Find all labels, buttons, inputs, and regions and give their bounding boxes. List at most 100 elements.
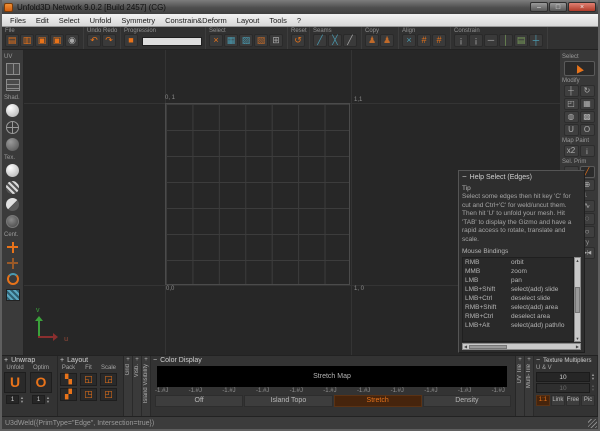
grid-snap-icon[interactable]: ▩ bbox=[580, 111, 595, 123]
unfold-iterations-field[interactable]: 1 bbox=[6, 395, 19, 404]
pic-button[interactable]: Pic bbox=[581, 395, 595, 406]
menu-symmetry[interactable]: Symmetry bbox=[116, 16, 160, 25]
tab-multi-tile[interactable]: + Multi-Tile bbox=[525, 356, 534, 416]
close-button[interactable]: × bbox=[568, 2, 596, 12]
optim-iterations-stepper[interactable]: ▲▼ bbox=[46, 395, 50, 404]
resize-grip[interactable] bbox=[588, 419, 597, 428]
select-island-icon[interactable]: ▧ bbox=[254, 34, 268, 47]
menu-select[interactable]: Select bbox=[54, 16, 85, 25]
bindings-vertical-scrollbar[interactable]: ▲ ▼ bbox=[574, 257, 581, 342]
tab-uv-tile[interactable]: + UV Tile bbox=[516, 356, 525, 416]
save-as-icon[interactable]: ▣ bbox=[50, 34, 64, 47]
pack-icon[interactable]: ▚ bbox=[60, 373, 77, 386]
color-mode-off-button[interactable]: Off bbox=[155, 395, 243, 407]
save-icon[interactable]: ▣ bbox=[35, 34, 49, 47]
pin-icon[interactable]: ¡ bbox=[454, 34, 468, 47]
layout-collapse-icon[interactable]: + bbox=[60, 357, 64, 364]
bindings-horizontal-scrollbar[interactable]: ◀ ▶ bbox=[462, 343, 581, 350]
reset-icon[interactable]: ↺ bbox=[291, 34, 305, 47]
white-texture-icon[interactable] bbox=[6, 164, 19, 177]
stack-islands-icon[interactable]: ▦ bbox=[580, 98, 595, 110]
open-file-icon[interactable]: ▤ bbox=[5, 34, 19, 47]
ratio-1-1-button[interactable]: 1:1 bbox=[536, 395, 550, 406]
box-select-icon[interactable]: ▦ bbox=[224, 34, 238, 47]
sphere-project-icon[interactable]: ◍ bbox=[564, 111, 579, 123]
pin-brush-icon[interactable]: ¡ bbox=[580, 145, 595, 157]
menu-edit[interactable]: Edit bbox=[31, 16, 54, 25]
screenshot-icon[interactable]: ◉ bbox=[65, 34, 79, 47]
u-multiplier-field[interactable]: 10 bbox=[536, 372, 590, 382]
pack-selected-icon[interactable]: ▞ bbox=[60, 388, 77, 401]
texture-multipliers-collapse-icon[interactable]: − bbox=[536, 357, 540, 364]
fit-selected-icon[interactable]: ◳ bbox=[80, 388, 97, 401]
menu-layout[interactable]: Layout bbox=[232, 16, 265, 25]
fit-icon[interactable]: ◱ bbox=[80, 373, 97, 386]
stop-icon[interactable]: ■ bbox=[124, 34, 138, 47]
scroll-up-icon[interactable]: ▲ bbox=[576, 258, 580, 263]
align-cross-icon[interactable]: × bbox=[402, 34, 416, 47]
color-display-collapse-icon[interactable]: − bbox=[153, 357, 157, 364]
unpin-icon[interactable]: ¡ bbox=[469, 34, 483, 47]
copy-uv-icon[interactable]: ♟ bbox=[365, 34, 379, 47]
constrain-grid-icon[interactable]: ▤ bbox=[514, 34, 528, 47]
optim-iterations-field[interactable]: 1 bbox=[32, 395, 45, 404]
help-collapse-icon[interactable]: − bbox=[462, 173, 467, 181]
undo-icon[interactable]: ↶ bbox=[87, 34, 101, 47]
redo-icon[interactable]: ↷ bbox=[102, 34, 116, 47]
u-multiplier-stepper[interactable]: ▲▼ bbox=[591, 373, 595, 381]
menu-files[interactable]: Files bbox=[5, 16, 31, 25]
constrain-horizontal-icon[interactable]: ─ bbox=[484, 34, 498, 47]
rotate-icon[interactable]: ↻ bbox=[580, 85, 595, 97]
import-icon[interactable]: ▥ bbox=[20, 34, 34, 47]
half-texture-icon[interactable] bbox=[6, 198, 19, 211]
checker-map-icon[interactable] bbox=[6, 289, 20, 301]
scroll-left-icon[interactable]: ◀ bbox=[464, 344, 467, 349]
constrain-vertical-icon[interactable]: │ bbox=[499, 34, 513, 47]
link-button[interactable]: Link bbox=[551, 395, 565, 406]
unwrap-collapse-icon[interactable]: + bbox=[4, 357, 8, 364]
maximize-button[interactable]: □ bbox=[549, 2, 567, 12]
layout-view-icon[interactable] bbox=[6, 79, 20, 91]
rotate-view-icon[interactable] bbox=[7, 273, 19, 285]
paste-uv-icon[interactable]: ♟ bbox=[380, 34, 394, 47]
optimize-icon[interactable]: O bbox=[30, 372, 52, 393]
seam-cut-icon[interactable]: ╳ bbox=[328, 34, 342, 47]
center-pivot-icon[interactable] bbox=[6, 241, 20, 253]
scroll-down-icon[interactable]: ▼ bbox=[576, 336, 580, 341]
color-mode-density-button[interactable]: Density bbox=[423, 395, 511, 407]
align-vertical-icon[interactable]: # bbox=[432, 34, 446, 47]
unfold-iterations-stepper[interactable]: ▲▼ bbox=[20, 395, 24, 404]
select-tool-button[interactable]: ▶ bbox=[564, 61, 595, 76]
align-horizontal-icon[interactable]: # bbox=[417, 34, 431, 47]
scroll-right-icon[interactable]: ▶ bbox=[576, 344, 579, 349]
minimize-button[interactable]: – bbox=[530, 2, 548, 12]
menu-help[interactable]: ? bbox=[292, 16, 306, 25]
scale-selected-icon[interactable]: ◰ bbox=[100, 388, 117, 401]
menu-unfold[interactable]: Unfold bbox=[85, 16, 117, 25]
checker-texture-icon[interactable] bbox=[6, 181, 19, 194]
clear-selection-icon[interactable]: × bbox=[209, 34, 223, 47]
optimize-tool-icon[interactable]: O bbox=[580, 124, 595, 136]
wire-sphere-icon[interactable] bbox=[6, 121, 19, 134]
color-mode-island-topo-button[interactable]: Island Topo bbox=[244, 395, 332, 407]
x2-multiplier-button[interactable]: x2 bbox=[564, 145, 579, 157]
grid-all-icon[interactable]: ⊞ bbox=[269, 34, 283, 47]
unfold-icon[interactable]: U bbox=[4, 372, 26, 393]
move-icon[interactable]: ┼ bbox=[564, 85, 579, 97]
v-multiplier-field[interactable]: 10 bbox=[536, 383, 590, 393]
tab-island-visibility[interactable]: + Island Visibility bbox=[142, 356, 151, 416]
free-button[interactable]: Free bbox=[566, 395, 580, 406]
seam-brush-icon[interactable]: ╱ bbox=[313, 34, 327, 47]
menu-constrain-deform[interactable]: Constrain&Deform bbox=[160, 16, 232, 25]
textured-sphere-icon[interactable] bbox=[6, 138, 19, 151]
copy-island-icon[interactable]: ◰ bbox=[564, 98, 579, 110]
shaded-sphere-icon[interactable] bbox=[6, 104, 19, 117]
scroll-thumb[interactable] bbox=[575, 287, 580, 313]
custom-texture-icon[interactable] bbox=[6, 215, 19, 228]
dual-view-icon[interactable] bbox=[6, 63, 20, 75]
tab-visibility[interactable]: + Visb. bbox=[133, 356, 142, 416]
menu-tools[interactable]: Tools bbox=[264, 16, 292, 25]
unfold-tool-icon[interactable]: U bbox=[564, 124, 579, 136]
constrain-cross-icon[interactable]: ┼ bbox=[529, 34, 543, 47]
scale-icon[interactable]: ◲ bbox=[100, 373, 117, 386]
